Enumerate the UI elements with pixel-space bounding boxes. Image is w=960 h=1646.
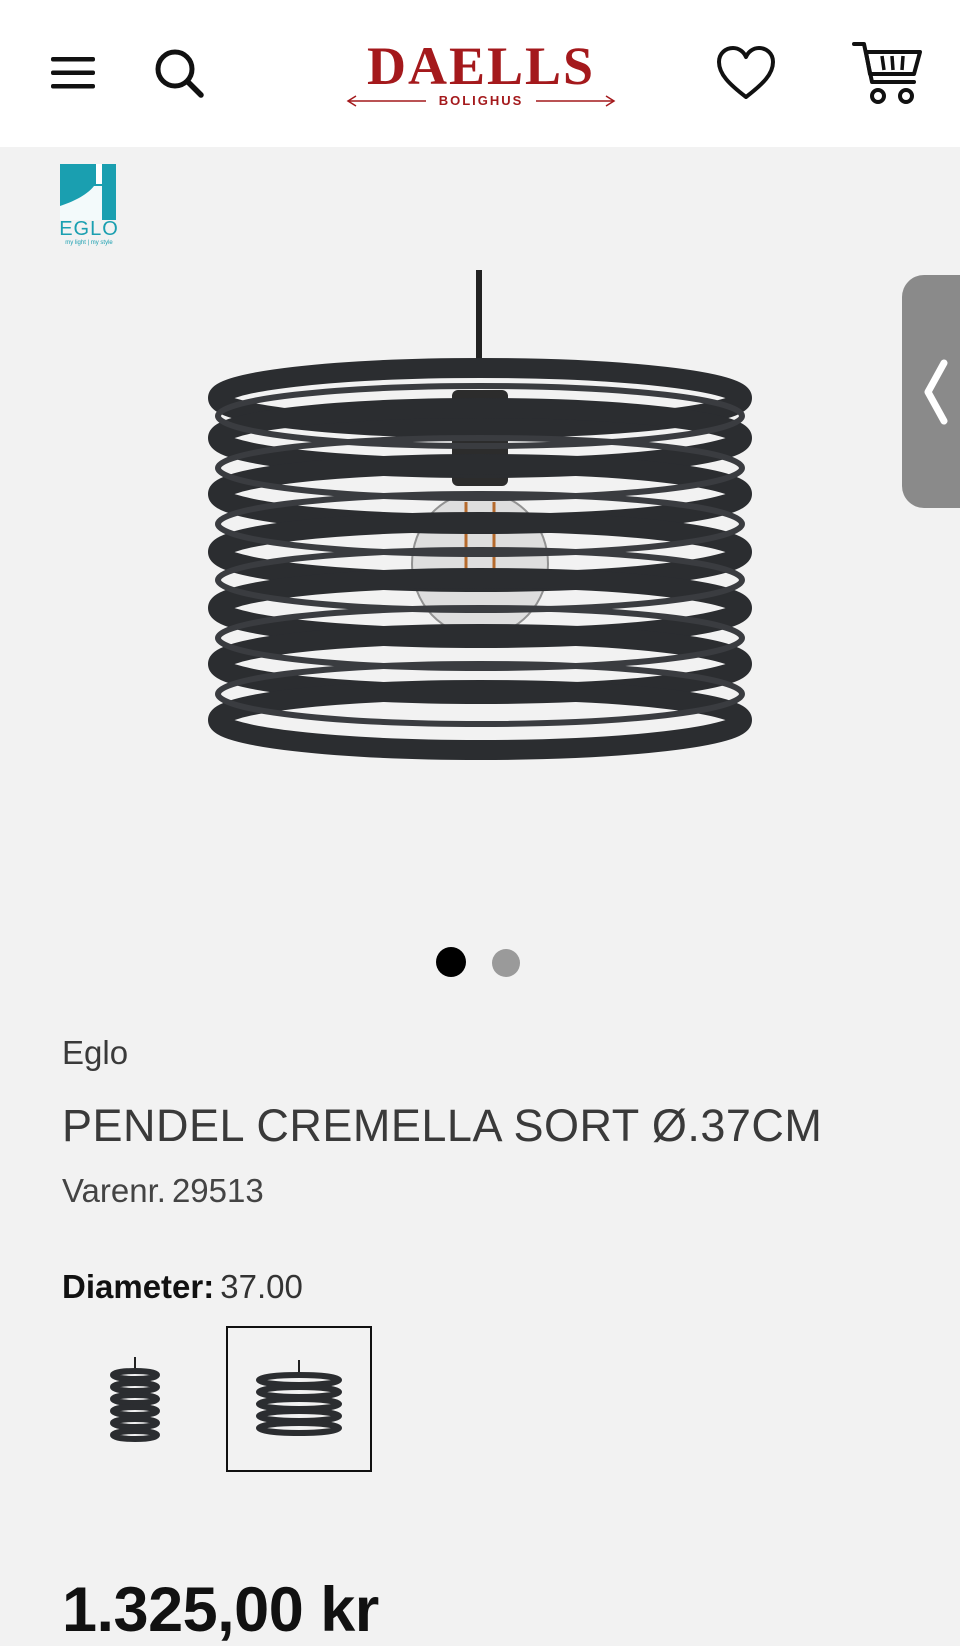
wide-pendant-thumbnail <box>256 1360 342 1436</box>
sku-label: Varenr. <box>62 1172 166 1209</box>
product-sku: Varenr. 29513 <box>62 1172 264 1210</box>
pendant-lamp-image <box>208 270 752 760</box>
sku-value: 29513 <box>171 1172 264 1209</box>
carousel-dots <box>436 947 526 979</box>
product-price: 1.325,00 kr <box>62 1575 379 1645</box>
carousel-dot[interactable] <box>492 949 520 977</box>
variant-selector-label: Diameter: 37.00 <box>62 1268 303 1306</box>
hamburger-menu-icon <box>51 57 95 89</box>
search-icon <box>155 49 204 98</box>
logo-subtitle: BOLIGHUS <box>438 93 524 108</box>
cart-button[interactable] <box>848 34 928 110</box>
wishlist-button[interactable] <box>712 38 780 108</box>
heart-icon <box>717 46 775 99</box>
eglo-brand-badge: EGLO my light | my style <box>58 162 120 252</box>
variant-thumb-small[interactable] <box>62 1326 208 1472</box>
small-pendant-thumbnail <box>110 1357 160 1442</box>
carousel-dot-active[interactable] <box>436 947 466 977</box>
eglo-wordmark: EGLO <box>59 218 119 240</box>
menu-button[interactable] <box>42 42 104 104</box>
product-brand[interactable]: Eglo <box>62 1034 128 1072</box>
logo-subline: BOLIGHUS <box>344 92 618 110</box>
chevron-left-icon <box>924 359 948 424</box>
variant-value: 37.00 <box>220 1268 303 1305</box>
logo-wordmark: DAELLS <box>366 36 596 96</box>
site-logo[interactable]: DAELLS BOLIGHUS <box>344 38 618 110</box>
product-title: PENDEL CREMELLA SORT Ø.37CM <box>62 1100 823 1151</box>
site-header: DAELLS BOLIGHUS <box>0 0 960 147</box>
side-panel-toggle[interactable] <box>902 275 960 508</box>
variant-label: Diameter: <box>62 1268 215 1305</box>
variant-thumb-selected[interactable] <box>226 1326 372 1472</box>
eglo-tagline: my light | my style <box>65 240 113 246</box>
search-button[interactable] <box>146 40 212 106</box>
shopping-cart-icon <box>852 42 922 104</box>
product-main-image[interactable] <box>190 262 770 802</box>
